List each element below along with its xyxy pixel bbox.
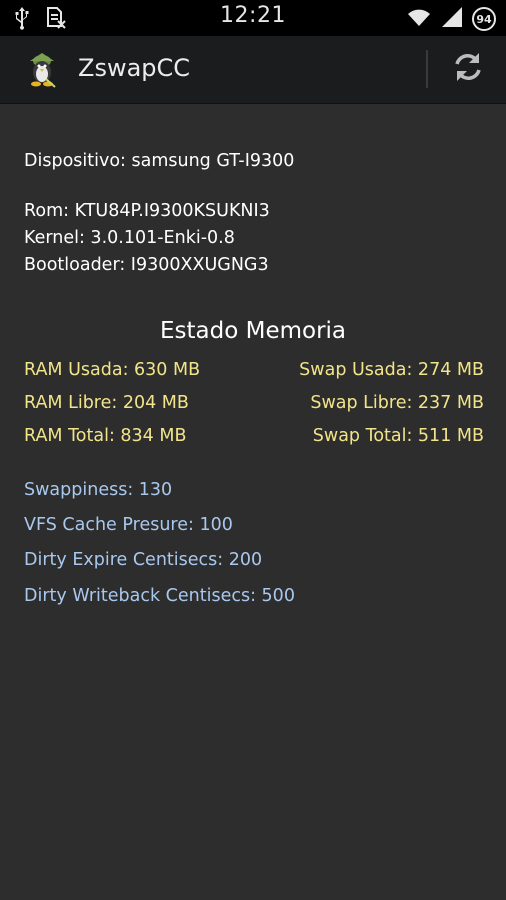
status-right-icons: 94 bbox=[406, 5, 496, 33]
action-bar: ZswapCC bbox=[0, 36, 506, 104]
ram-total-label: RAM Total: 834 MB bbox=[24, 426, 187, 446]
device-label: Dispositivo: samsung GT-I9300 bbox=[24, 151, 295, 171]
vfs-cache-pressure-label: VFS Cache Presure: 100 bbox=[24, 515, 233, 535]
phone-screen: 12:21 94 ZswapCC Dispositivo: samsung GT… bbox=[0, 0, 506, 900]
refresh-button[interactable] bbox=[448, 49, 488, 89]
ram-used-label: RAM Usada: 630 MB bbox=[24, 360, 201, 380]
dirty-writeback-label: Dirty Writeback Centisecs: 500 bbox=[24, 586, 295, 606]
dirty-expire-label: Dirty Expire Centisecs: 200 bbox=[24, 550, 263, 570]
refresh-icon bbox=[450, 49, 486, 89]
ram-free-label: RAM Libre: 204 MB bbox=[24, 393, 189, 413]
bootloader-label: Bootloader: I9300XXUGNG3 bbox=[24, 255, 269, 275]
memory-section-title: Estado Memoria bbox=[159, 318, 347, 344]
action-bar-divider bbox=[426, 50, 428, 88]
swappiness-label: Swappiness: 130 bbox=[24, 480, 173, 500]
kernel-label: Kernel: 3.0.101-Enki-0.8 bbox=[24, 228, 235, 248]
penguin-app-icon[interactable] bbox=[22, 49, 62, 89]
rom-label: Rom: KTU84P.I9300KSUKNI3 bbox=[24, 201, 270, 221]
swap-total-label: Swap Total: 511 MB bbox=[312, 426, 484, 446]
status-bar: 12:21 94 bbox=[0, 0, 506, 36]
swap-free-label: Swap Libre: 237 MB bbox=[310, 393, 484, 413]
wifi-icon bbox=[406, 5, 432, 33]
swap-used-label: Swap Usada: 274 MB bbox=[299, 360, 484, 380]
signal-icon bbox=[440, 5, 464, 33]
battery-icon: 94 bbox=[472, 7, 496, 31]
app-title: ZswapCC bbox=[78, 54, 191, 82]
